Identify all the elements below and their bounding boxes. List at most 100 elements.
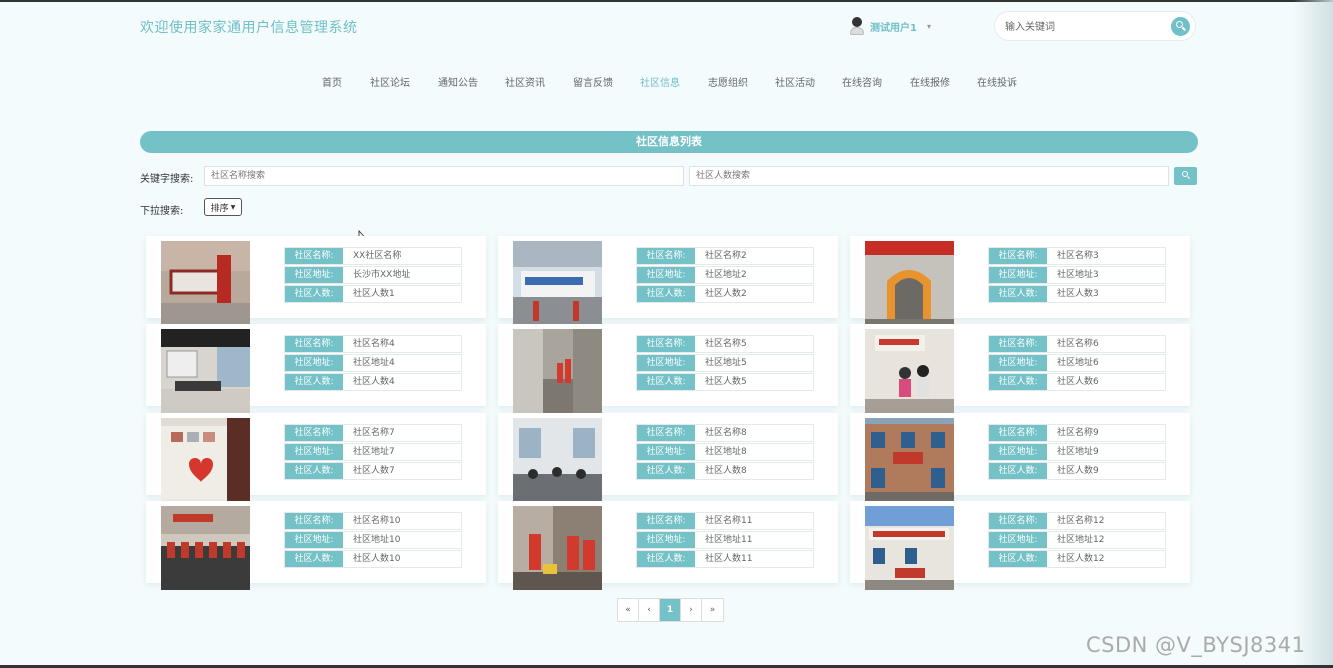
community-count: 社区人数7 bbox=[353, 466, 395, 476]
name-label: 社区名称: bbox=[637, 336, 695, 352]
community-card[interactable]: 社区名称: 社区名称4 社区地址: 社区地址4 社区人数: 社区人数4 bbox=[146, 324, 486, 413]
community-name: 社区名称5 bbox=[705, 339, 747, 349]
community-name: 社区名称6 bbox=[1057, 339, 1099, 349]
nav-activities[interactable]: 社区活动 bbox=[775, 74, 815, 89]
community-card[interactable]: 社区名称: XX社区名称 社区地址: 长沙市XX地址 社区人数: 社区人数1 bbox=[146, 236, 486, 325]
community-count-search-input[interactable] bbox=[689, 166, 1169, 186]
community-photo bbox=[865, 418, 954, 502]
info-row-name: 社区名称: 社区名称4 bbox=[284, 335, 462, 353]
user-name: 测试用户1 bbox=[870, 22, 917, 34]
community-name: 社区名称4 bbox=[353, 339, 395, 349]
community-photo bbox=[161, 241, 250, 325]
community-card[interactable]: 社区名称: 社区名称10 社区地址: 社区地址10 社区人数: 社区人数10 bbox=[146, 501, 486, 590]
name-label: 社区名称: bbox=[285, 336, 343, 352]
header-search bbox=[994, 11, 1196, 41]
user-menu[interactable]: 测试用户1 ▾ bbox=[850, 16, 931, 36]
pagination: « ‹ 1 › » bbox=[617, 598, 724, 622]
nav-home[interactable]: 首页 bbox=[322, 74, 342, 89]
nav-complaint[interactable]: 在线投诉 bbox=[977, 74, 1017, 89]
dropdown-search-label: 下拉搜索: bbox=[140, 206, 184, 217]
filter-search-button[interactable] bbox=[1174, 167, 1197, 185]
community-address: 社区地址9 bbox=[1057, 447, 1099, 457]
nav-community-info[interactable]: 社区信息 bbox=[640, 74, 680, 89]
name-label: 社区名称: bbox=[989, 513, 1047, 529]
info-row-address: 社区地址: 社区地址8 bbox=[636, 443, 814, 461]
nav-notices[interactable]: 通知公告 bbox=[438, 74, 478, 89]
community-card[interactable]: 社区名称: 社区名称12 社区地址: 社区地址12 社区人数: 社区人数12 bbox=[850, 501, 1190, 590]
info-row-name: 社区名称: 社区名称12 bbox=[988, 512, 1166, 530]
community-photo bbox=[161, 418, 250, 502]
address-label: 社区地址: bbox=[285, 267, 343, 283]
community-card[interactable]: 社区名称: 社区名称2 社区地址: 社区地址2 社区人数: 社区人数2 bbox=[498, 236, 838, 325]
info-row-name: 社区名称: 社区名称9 bbox=[988, 424, 1166, 442]
info-row-address: 社区地址: 社区地址9 bbox=[988, 443, 1166, 461]
header-search-input[interactable] bbox=[1005, 19, 1165, 35]
info-row-address: 社区地址: 社区地址10 bbox=[284, 531, 462, 549]
info-row-address: 社区地址: 社区地址6 bbox=[988, 354, 1166, 372]
section-title: 社区信息列表 bbox=[140, 131, 1198, 153]
community-name: 社区名称3 bbox=[1057, 251, 1099, 261]
nav-feedback[interactable]: 留言反馈 bbox=[573, 74, 613, 89]
community-name: 社区名称11 bbox=[705, 516, 753, 526]
community-card[interactable]: 社区名称: 社区名称9 社区地址: 社区地址9 社区人数: 社区人数9 bbox=[850, 413, 1190, 502]
community-count: 社区人数5 bbox=[705, 377, 747, 387]
community-name-search-input[interactable] bbox=[204, 166, 684, 186]
nav-news[interactable]: 社区资讯 bbox=[505, 74, 545, 89]
community-count: 社区人数11 bbox=[705, 554, 753, 564]
community-card[interactable]: 社区名称: 社区名称5 社区地址: 社区地址5 社区人数: 社区人数5 bbox=[498, 324, 838, 413]
community-address: 社区地址6 bbox=[1057, 358, 1099, 368]
community-card[interactable]: 社区名称: 社区名称8 社区地址: 社区地址8 社区人数: 社区人数8 bbox=[498, 413, 838, 502]
community-count: 社区人数6 bbox=[1057, 377, 1099, 387]
name-label: 社区名称: bbox=[637, 425, 695, 441]
address-label: 社区地址: bbox=[285, 444, 343, 460]
chevron-down-icon: ▾ bbox=[926, 21, 931, 31]
count-label: 社区人数: bbox=[285, 463, 343, 479]
address-label: 社区地址: bbox=[637, 444, 695, 460]
pagination-last[interactable]: » bbox=[702, 599, 723, 621]
address-label: 社区地址: bbox=[285, 355, 343, 371]
info-row-count: 社区人数: 社区人数7 bbox=[284, 462, 462, 480]
pagination-first[interactable]: « bbox=[618, 599, 639, 621]
info-row-address: 社区地址: 社区地址2 bbox=[636, 266, 814, 284]
nav-consult[interactable]: 在线咨询 bbox=[842, 74, 882, 89]
community-address: 长沙市XX地址 bbox=[353, 270, 411, 280]
nav-repair[interactable]: 在线报修 bbox=[910, 74, 950, 89]
community-card[interactable]: 社区名称: 社区名称6 社区地址: 社区地址6 社区人数: 社区人数6 bbox=[850, 324, 1190, 413]
nav-volunteer[interactable]: 志愿组织 bbox=[708, 74, 748, 89]
pagination-next[interactable]: › bbox=[681, 599, 702, 621]
pagination-current[interactable]: 1 bbox=[660, 599, 681, 621]
info-row-address: 社区地址: 社区地址4 bbox=[284, 354, 462, 372]
community-address: 社区地址3 bbox=[1057, 270, 1099, 280]
community-photo bbox=[161, 329, 250, 413]
community-count: 社区人数9 bbox=[1057, 466, 1099, 476]
header-search-button[interactable] bbox=[1171, 17, 1190, 36]
community-card[interactable]: 社区名称: 社区名称7 社区地址: 社区地址7 社区人数: 社区人数7 bbox=[146, 413, 486, 502]
info-row-count: 社区人数: 社区人数1 bbox=[284, 285, 462, 303]
community-address: 社区地址5 bbox=[705, 358, 747, 368]
main-nav: 首页 社区论坛 通知公告 社区资讯 留言反馈 社区信息 志愿组织 社区活动 在线… bbox=[0, 74, 1333, 90]
avatar-icon bbox=[850, 17, 864, 35]
info-row-name: 社区名称: 社区名称5 bbox=[636, 335, 814, 353]
name-label: 社区名称: bbox=[285, 513, 343, 529]
caret-down-icon: ▼ bbox=[230, 203, 236, 211]
info-row-name: 社区名称: 社区名称10 bbox=[284, 512, 462, 530]
community-card[interactable]: 社区名称: 社区名称3 社区地址: 社区地址3 社区人数: 社区人数3 bbox=[850, 236, 1190, 325]
nav-forum[interactable]: 社区论坛 bbox=[370, 74, 410, 89]
info-row-address: 社区地址: 长沙市XX地址 bbox=[284, 266, 462, 284]
count-label: 社区人数: bbox=[637, 286, 695, 302]
name-label: 社区名称: bbox=[989, 425, 1047, 441]
address-label: 社区地址: bbox=[989, 267, 1047, 283]
community-name: 社区名称9 bbox=[1057, 428, 1099, 438]
address-label: 社区地址: bbox=[285, 532, 343, 548]
info-row-count: 社区人数: 社区人数10 bbox=[284, 550, 462, 568]
community-count: 社区人数1 bbox=[353, 289, 395, 299]
community-count: 社区人数2 bbox=[705, 289, 747, 299]
window-top-border bbox=[0, 0, 1333, 2]
sort-dropdown[interactable]: 排序 ▼ bbox=[204, 198, 242, 216]
pagination-prev[interactable]: ‹ bbox=[639, 599, 660, 621]
community-card[interactable]: 社区名称: 社区名称11 社区地址: 社区地址11 社区人数: 社区人数11 bbox=[498, 501, 838, 590]
info-row-count: 社区人数: 社区人数3 bbox=[988, 285, 1166, 303]
info-row-address: 社区地址: 社区地址5 bbox=[636, 354, 814, 372]
info-row-count: 社区人数: 社区人数11 bbox=[636, 550, 814, 568]
count-label: 社区人数: bbox=[989, 551, 1047, 567]
